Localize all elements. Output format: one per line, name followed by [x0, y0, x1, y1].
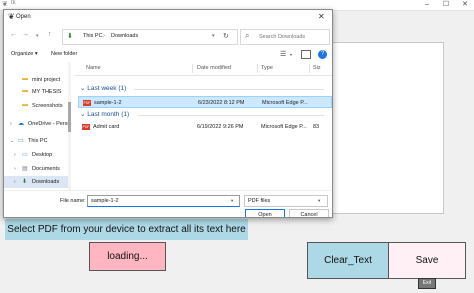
- column-type[interactable]: Type: [261, 65, 273, 71]
- back-arrow-icon[interactable]: ←: [10, 31, 17, 38]
- nav-item-documents[interactable]: › ▤ Documents: [4, 163, 68, 175]
- cancel-button[interactable]: Cancel: [289, 209, 329, 217]
- file-date: 6/19/2022 9:26 PM: [197, 124, 244, 130]
- pdf-file-icon: PDF: [82, 124, 90, 130]
- nav-item-mini-project[interactable]: ▬ mini project: [4, 74, 68, 86]
- search-input[interactable]: ⌕ Search Downloads: [240, 29, 330, 45]
- file-type-chevron-down-icon: ▾: [318, 198, 321, 203]
- folder-icon: ▬: [22, 102, 28, 108]
- maximize-button[interactable]: ☐: [437, 0, 455, 10]
- group-header-last-month[interactable]: ⌄ Last month (1): [80, 110, 129, 118]
- feather-icon: ❦: [2, 1, 8, 8]
- file-name-input[interactable]: sample-1-2 ▾: [87, 195, 240, 207]
- documents-icon: ▤: [22, 166, 28, 172]
- file-name: sample-1-2: [94, 100, 122, 106]
- file-name: Admit card: [93, 124, 120, 130]
- preview-pane-icon[interactable]: [301, 50, 311, 59]
- app-title: tk: [11, 0, 16, 6]
- download-icon: ⬇: [67, 33, 73, 40]
- clear-text-button[interactable]: Clear_Text: [307, 242, 389, 279]
- navigation-scrollbar[interactable]: [68, 62, 71, 190]
- file-row-admit-card[interactable]: PDF Admit card 6/19/2022 9:26 PM Microso…: [78, 121, 332, 133]
- address-bar-row: ← → ▾ ↑ ⬇ This PC › Downloads ▾ ↻ ⌕ Sear…: [4, 26, 332, 48]
- exit-button[interactable]: Exit: [418, 278, 436, 289]
- new-folder-button[interactable]: New folder: [51, 51, 77, 57]
- file-name-chevron-down-icon[interactable]: ▾: [231, 198, 233, 204]
- breadcrumb-separator: ›: [103, 33, 105, 39]
- dialog-toolbar: Organize ▾ New folder ☰ ▾ ?: [4, 48, 332, 62]
- extracted-text-area[interactable]: [332, 42, 444, 214]
- file-type: Microsoft Edge P...: [262, 100, 308, 106]
- cloud-icon: ☁: [18, 121, 24, 127]
- expand-chevron-icon[interactable]: ›: [14, 166, 16, 172]
- file-row-sample-1-2[interactable]: PDF sample-1-2 6/23/2022 8:12 PM Microso…: [78, 96, 332, 108]
- dialog-title: Open: [16, 14, 31, 20]
- collapse-chevron-icon[interactable]: ⌄: [10, 138, 14, 144]
- recent-locations-chevron-icon[interactable]: ▾: [36, 33, 39, 39]
- group-header-last-week[interactable]: ⌄ Last week (1): [80, 84, 126, 92]
- file-type-select[interactable]: PDF files ▾: [244, 195, 328, 207]
- organize-button[interactable]: Organize ▾: [11, 51, 38, 57]
- file-name-label: File name:: [60, 198, 86, 204]
- column-divider[interactable]: [257, 64, 258, 73]
- file-date: 6/23/2022 8:12 PM: [198, 100, 245, 106]
- dialog-close-button[interactable]: ✕: [318, 12, 325, 21]
- search-placeholder: Search Downloads: [259, 34, 306, 40]
- dialog-bottom-bar: File name: sample-1-2 ▾ PDF files ▾ Open…: [4, 190, 332, 217]
- open-button[interactable]: Open: [245, 209, 285, 217]
- search-icon: ⌕: [245, 31, 250, 40]
- column-divider[interactable]: [309, 64, 310, 73]
- column-date-modified[interactable]: Date modified: [197, 65, 231, 71]
- file-name-value: sample-1-2: [91, 198, 119, 204]
- file-type: Microsoft Edge P...: [261, 124, 307, 130]
- open-file-dialog: ❦ Open ✕ ← → ▾ ↑ ⬇ This PC › Downloads ▾…: [3, 9, 333, 218]
- forward-arrow-icon[interactable]: →: [22, 31, 29, 38]
- nav-item-my-thesis[interactable]: ▬ MY THESIS: [4, 86, 68, 98]
- pc-icon: ▭: [18, 138, 24, 144]
- up-arrow-icon[interactable]: ↑: [48, 31, 52, 38]
- dialog-titlebar: ❦ Open ✕: [4, 10, 332, 26]
- desktop-icon: ▭: [22, 152, 28, 158]
- nav-item-screenshots[interactable]: ▬ Screenshots: [4, 100, 68, 112]
- pdf-file-icon: PDF: [83, 100, 91, 106]
- loading-button[interactable]: loading...: [89, 242, 166, 271]
- minimize-button[interactable]: –: [418, 0, 436, 10]
- feather-icon: ❦: [8, 12, 15, 21]
- column-divider[interactable]: [192, 64, 193, 73]
- breadcrumb-this-pc[interactable]: This PC: [83, 33, 103, 39]
- breadcrumb-downloads[interactable]: Downloads: [111, 33, 138, 39]
- column-header-row: Name Date modified Type Siz: [74, 62, 332, 76]
- column-size[interactable]: Siz: [313, 65, 321, 71]
- folder-icon: ▬: [22, 76, 28, 82]
- nav-item-downloads[interactable]: › ⬇ Downloads: [4, 176, 68, 188]
- nav-item-desktop[interactable]: › ▭ Desktop: [4, 149, 68, 161]
- column-name[interactable]: Name: [86, 65, 101, 71]
- file-type-value: PDF files: [248, 198, 271, 204]
- expand-chevron-icon[interactable]: ›: [14, 179, 16, 185]
- download-icon: ⬇: [22, 179, 28, 185]
- close-window-button[interactable]: ✕: [456, 0, 474, 10]
- expand-chevron-icon[interactable]: ›: [14, 152, 16, 158]
- file-list: Name Date modified Type Siz ⌄ Last week …: [74, 62, 332, 190]
- view-chevron-down-icon[interactable]: ▾: [290, 52, 292, 57]
- navigation-pane: ▬ mini project ▬ MY THESIS ▬ Screenshots…: [4, 62, 72, 190]
- expand-chevron-icon[interactable]: ›: [10, 121, 12, 127]
- save-button[interactable]: Save: [388, 242, 466, 279]
- refresh-icon[interactable]: ↻: [223, 32, 229, 40]
- help-icon[interactable]: ?: [318, 50, 327, 59]
- nav-item-onedrive[interactable]: › ☁ OneDrive - Perso: [4, 118, 71, 130]
- folder-icon: ▬: [22, 88, 28, 94]
- nav-item-this-pc[interactable]: ⌄ ▭ This PC: [4, 135, 68, 147]
- group-divider: [138, 115, 324, 116]
- file-size: 83: [313, 124, 320, 130]
- scrollbar-thumb[interactable]: [68, 102, 71, 132]
- instruction-label: Select PDF from your device to extract a…: [5, 219, 248, 240]
- view-options-icon[interactable]: ☰: [280, 50, 286, 58]
- group-divider: [134, 89, 324, 90]
- address-bar[interactable]: ⬇ This PC › Downloads ▾ ↻: [62, 29, 238, 45]
- address-chevron-down-icon[interactable]: ▾: [212, 33, 215, 39]
